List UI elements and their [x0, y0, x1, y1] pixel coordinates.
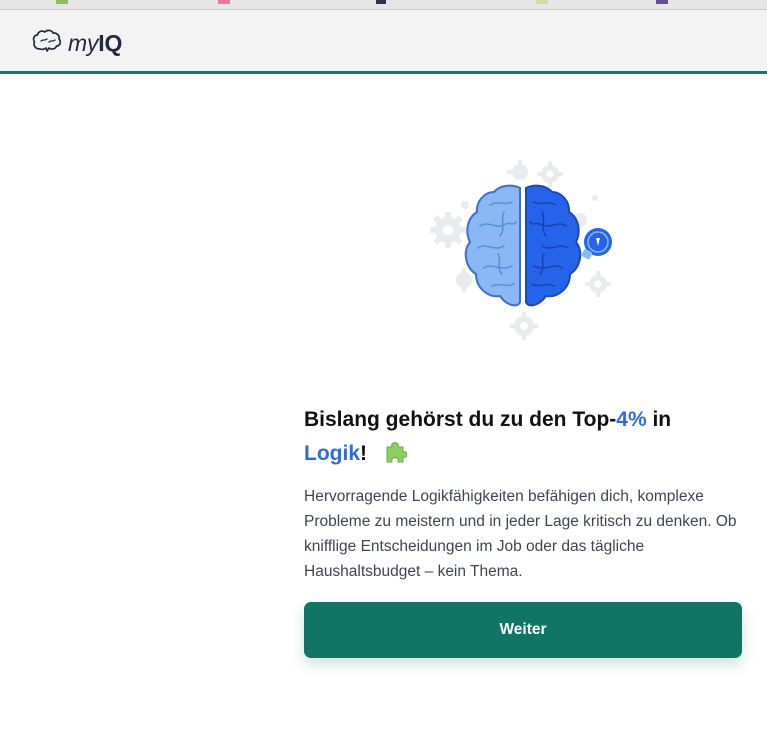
result-description: Hervorragende Logikfähigkeiten befähigen…: [304, 488, 737, 580]
logo-wordmark: myIQ: [68, 28, 122, 58]
headline-prefix: Bislang gehörst du zu den Top-: [304, 408, 617, 431]
browser-tab-strip: [0, 0, 767, 10]
brain-illustration: [420, 150, 630, 350]
tab-favicon[interactable]: [536, 0, 548, 4]
logo-my: my: [68, 30, 99, 56]
tab-favicon[interactable]: [56, 0, 68, 4]
header-divider: [0, 71, 767, 74]
continue-button[interactable]: Weiter: [304, 602, 742, 658]
tab-favicon[interactable]: [656, 0, 668, 4]
continue-button-label: Weiter: [499, 621, 547, 638]
headline-category: Logik: [304, 442, 360, 465]
logo-iq: IQ: [98, 30, 123, 56]
result-headline: Bislang gehörst du zu den Top-4% in Logi…: [304, 403, 744, 475]
tab-favicon[interactable]: [376, 0, 386, 4]
tab-favicon[interactable]: [218, 0, 230, 4]
puzzle-icon: [383, 440, 408, 475]
brain-icon: [32, 29, 62, 58]
headline-mid: in: [646, 408, 672, 431]
headline-percent: 4%: [616, 408, 647, 431]
headline-suffix: !: [360, 442, 367, 465]
logo-link[interactable]: myIQ: [32, 28, 122, 58]
